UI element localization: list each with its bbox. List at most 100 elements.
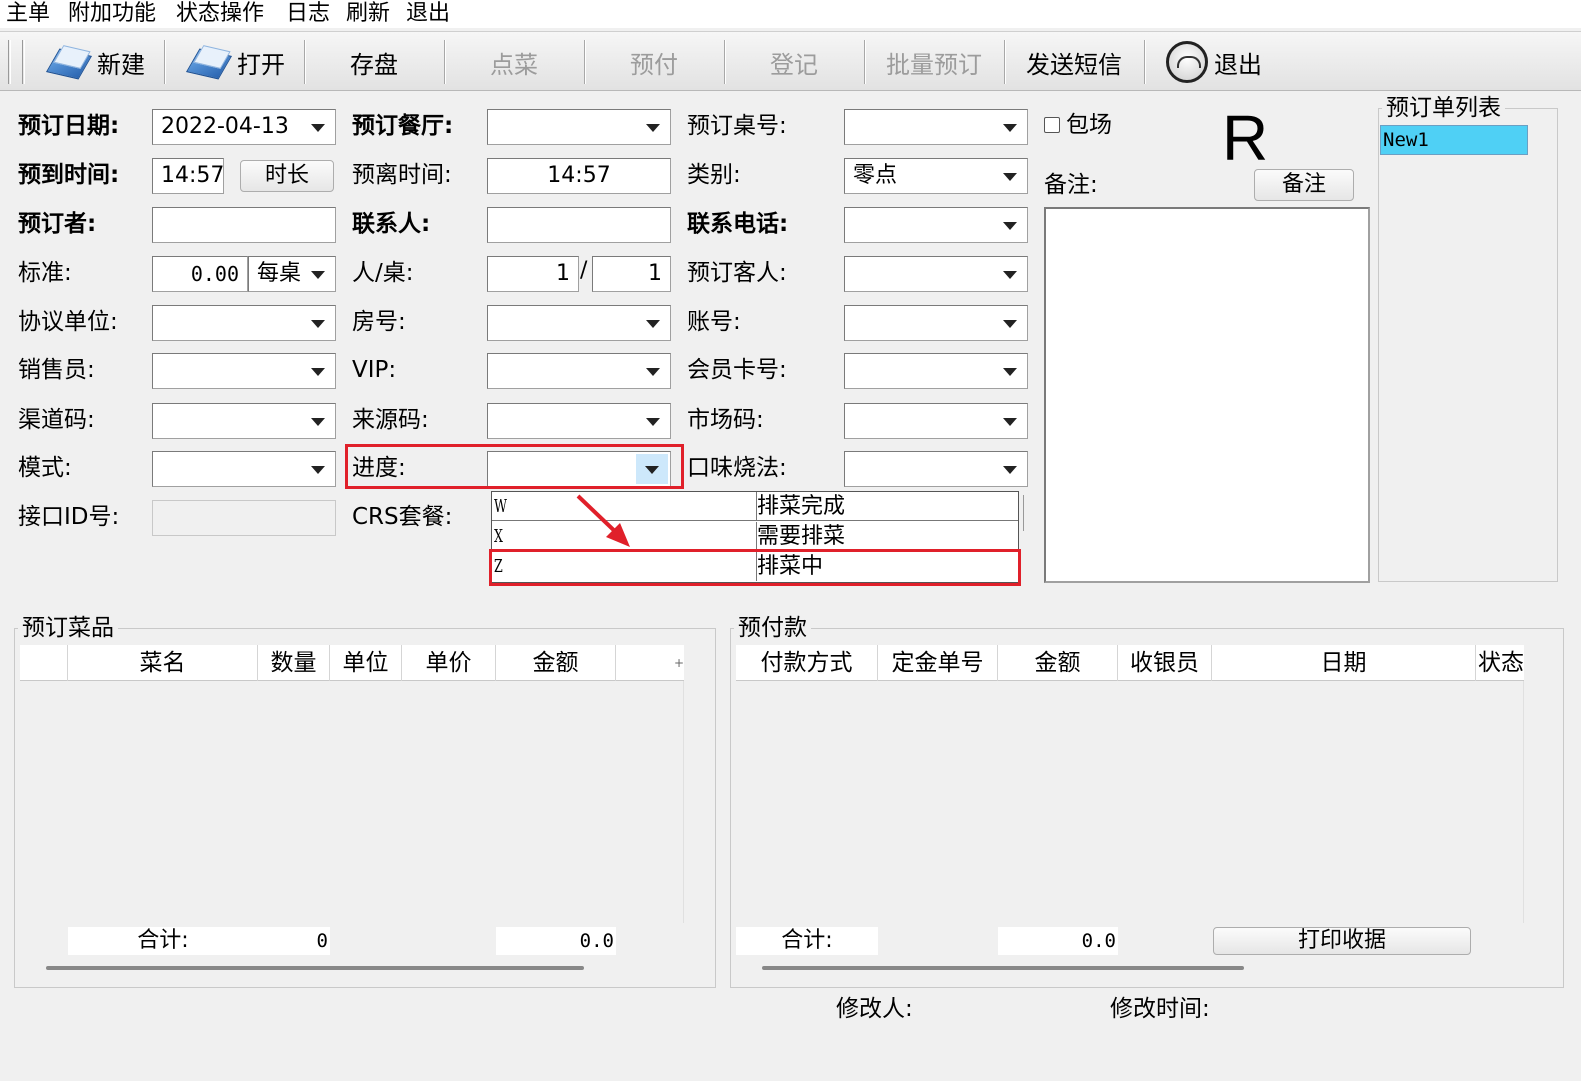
guest-label: 预订客人: — [687, 260, 787, 286]
new-book-icon — [45, 42, 93, 82]
order-list-panel — [1378, 108, 1558, 582]
interface-id-label: 接口ID号: — [18, 504, 120, 530]
prepay-grid-header: 付款方式 定金单号 金额 收银员 日期 状态 — [736, 645, 1524, 681]
standard-unit-select[interactable]: 每桌 — [248, 256, 336, 292]
taste-method-select[interactable] — [844, 451, 1028, 487]
booker-input[interactable] — [152, 207, 336, 243]
arrive-time-input[interactable]: 14:57 — [152, 158, 224, 194]
agreement-unit-select[interactable] — [152, 305, 336, 341]
batch-booking-button[interactable]: 批量预订 — [866, 32, 1002, 92]
vip-label: VIP: — [352, 357, 397, 383]
vip-select[interactable] — [487, 353, 671, 389]
toolbar-grip[interactable] — [8, 40, 11, 84]
account-select[interactable] — [844, 305, 1028, 341]
order-list-title: 预订单列表 — [1382, 94, 1505, 122]
standard-label: 标准: — [18, 260, 72, 286]
dishes-col-more: + — [673, 656, 684, 670]
guest-select[interactable] — [844, 256, 1028, 292]
member-card-select[interactable] — [844, 353, 1028, 389]
prepay-col-deposit-no[interactable]: 定金单号 — [878, 645, 998, 681]
open-book-icon — [185, 42, 233, 82]
dishes-col-price[interactable]: 单价 — [402, 645, 496, 681]
whole-venue-checkbox[interactable] — [1044, 117, 1060, 133]
prepay-hscroll[interactable] — [762, 966, 1244, 970]
restaurant-label: 预订餐厅: — [352, 113, 454, 139]
prepay-col-date[interactable]: 日期 — [1212, 645, 1476, 681]
booker-label: 预订者: — [18, 211, 97, 237]
prepay-button[interactable]: 预付 — [586, 32, 722, 92]
open-button[interactable]: 打开 — [180, 32, 292, 92]
room-select[interactable] — [487, 305, 671, 341]
prepay-col-amount[interactable]: 金额 — [998, 645, 1118, 681]
dishes-grid-header: 菜名 数量 单位 单价 金额 + — [20, 645, 684, 681]
dishes-total-label: 合计: — [68, 927, 258, 955]
dishes-col-name[interactable]: 菜名 — [68, 645, 258, 681]
people-input[interactable]: 1 — [487, 256, 579, 292]
crs-package-label: CRS套餐: — [352, 504, 453, 530]
menu-bar: 主单 附加功能 状态操作 日志 刷新 退出 — [0, 0, 1581, 28]
table-number-label: 预订桌号: — [687, 113, 787, 139]
standard-amount-input[interactable]: 0.00 — [152, 256, 248, 292]
salesperson-select[interactable] — [152, 353, 336, 389]
channel-code-label: 渠道码: — [18, 407, 95, 433]
menu-status[interactable]: 状态操作 — [176, 0, 264, 28]
remark-button[interactable]: 备注 — [1254, 169, 1354, 201]
status-letter: R — [1222, 102, 1269, 174]
dishes-col-amount[interactable]: 金额 — [496, 645, 616, 681]
channel-code-select[interactable] — [152, 403, 336, 439]
mode-select[interactable] — [152, 451, 336, 487]
category-select[interactable]: 零点 — [844, 158, 1028, 194]
dishes-total-count: 0 — [258, 927, 330, 955]
toolbar-grip-2 — [22, 40, 25, 84]
booking-date-picker[interactable]: 2022-04-13 — [152, 109, 336, 145]
agreement-unit-label: 协议单位: — [18, 309, 118, 335]
save-button[interactable]: 存盘 — [306, 32, 442, 92]
prepay-col-cashier[interactable]: 收银员 — [1118, 645, 1212, 681]
menu-exit[interactable]: 退出 — [406, 0, 450, 28]
dishes-col-qty[interactable]: 数量 — [258, 645, 330, 681]
market-code-label: 市场码: — [687, 407, 764, 433]
prepay-col-method[interactable]: 付款方式 — [736, 645, 878, 681]
arrive-time-label: 预到时间: — [18, 162, 120, 188]
mode-label: 模式: — [18, 455, 72, 481]
phone-select[interactable] — [844, 207, 1028, 243]
order-dishes-button[interactable]: 点菜 — [446, 32, 582, 92]
tables-input[interactable]: 1 — [592, 256, 671, 292]
prepay-col-status[interactable]: 状态 — [1476, 645, 1524, 681]
print-receipt-button[interactable]: 打印收据 — [1213, 927, 1471, 955]
option-highlight-box — [489, 549, 1021, 586]
slash-separator: / — [580, 258, 588, 283]
dishes-col-unit[interactable]: 单位 — [330, 645, 402, 681]
menu-log[interactable]: 日志 — [286, 0, 330, 28]
contact-label: 联系人: — [352, 211, 431, 237]
source-code-label: 来源码: — [352, 407, 429, 433]
dishes-group-title: 预订菜品 — [18, 614, 118, 642]
contact-input[interactable] — [487, 207, 671, 243]
interface-id-input — [152, 500, 336, 536]
table-number-select[interactable] — [844, 109, 1028, 145]
dishes-grid-body[interactable] — [20, 681, 684, 923]
salesperson-label: 销售员: — [18, 357, 95, 383]
remark-textarea[interactable] — [1044, 207, 1370, 583]
modifier-label: 修改人: — [836, 996, 913, 1022]
phone-label: 联系电话: — [687, 211, 789, 237]
new-button[interactable]: 新建 — [40, 32, 152, 92]
category-label: 类别: — [687, 162, 741, 188]
exit-button[interactable]: 退出 — [1158, 32, 1270, 92]
register-button[interactable]: 登记 — [726, 32, 862, 92]
order-list-item[interactable]: New1 — [1380, 125, 1528, 155]
prepay-grid-body[interactable] — [736, 681, 1524, 923]
menu-main[interactable]: 主单 — [6, 0, 50, 28]
exit-icon — [1166, 41, 1208, 83]
dishes-hscroll[interactable] — [46, 966, 584, 970]
send-sms-button[interactable]: 发送短信 — [1006, 32, 1142, 92]
duration-button[interactable]: 时长 — [240, 160, 334, 192]
menu-extra[interactable]: 附加功能 — [68, 0, 156, 28]
menu-refresh[interactable]: 刷新 — [346, 0, 390, 28]
market-code-select[interactable] — [844, 403, 1028, 439]
booking-date-label: 预订日期: — [18, 113, 120, 139]
restaurant-select[interactable] — [487, 109, 671, 145]
member-card-label: 会员卡号: — [687, 357, 787, 383]
source-code-select[interactable] — [487, 403, 671, 439]
leave-time-input[interactable]: 14:57 — [487, 158, 671, 194]
